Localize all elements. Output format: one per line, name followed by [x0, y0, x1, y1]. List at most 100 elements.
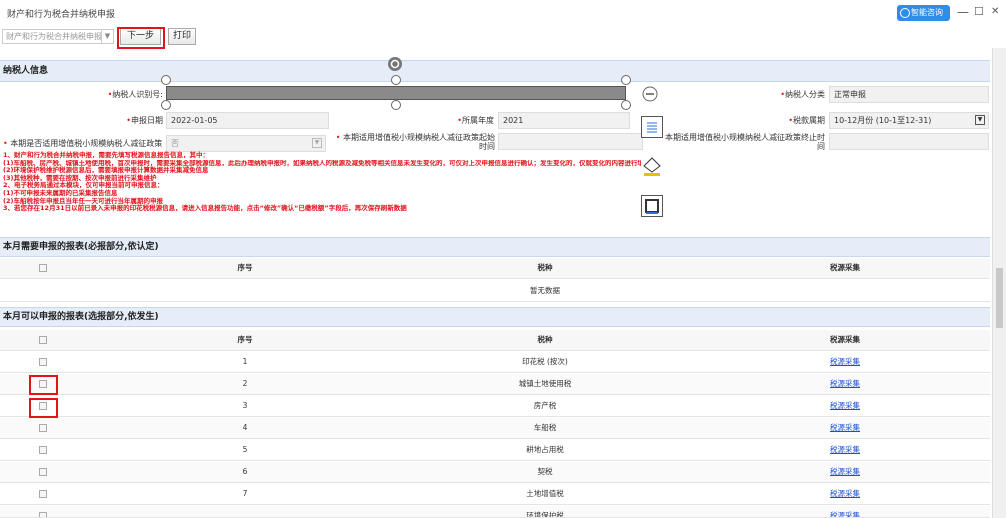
title-bar: 财产和行为税合并纳税申报 智能咨询 — ☐ ✕ — [0, 0, 1006, 26]
required-table-header: 序号 税种 税源采集 — [0, 258, 990, 279]
table-row: 1 印花税 (按次) 税源采集 — [0, 352, 990, 373]
start-time-field[interactable] — [498, 133, 643, 150]
table-row: 6 契税 税源采集 — [0, 462, 990, 483]
minus-circle-icon[interactable] — [642, 86, 658, 102]
required-section-header: 本月需要申报的报表(必报部分,依认定) — [0, 237, 990, 257]
resize-handle[interactable] — [621, 100, 631, 110]
smart-consult-label: 智能咨询 — [911, 8, 943, 17]
resize-handle[interactable] — [391, 75, 401, 85]
seq-cell: 5 — [242, 445, 248, 454]
seq-cell: 3 — [242, 401, 248, 410]
chevron-down-icon[interactable]: ▼ — [975, 115, 985, 125]
select-all-checkbox[interactable] — [39, 264, 47, 272]
resize-handle[interactable] — [161, 100, 171, 110]
fill-color-tool-icon[interactable] — [641, 155, 663, 177]
collect-link[interactable]: 税源采集 — [760, 374, 930, 394]
col-seq: 序号 — [237, 335, 253, 344]
row-checkbox[interactable] — [39, 424, 47, 432]
small-scale-value: 否 — [171, 139, 179, 148]
row-checkbox[interactable] — [39, 490, 47, 498]
tax-cell: 环境保护税 — [526, 511, 564, 518]
table-row: 环境保护税 税源采集 — [0, 506, 990, 518]
declare-date-field[interactable]: 2022-01-05 — [166, 112, 329, 129]
close-icon[interactable]: ✕ — [991, 5, 999, 19]
row-checkbox[interactable] — [39, 468, 47, 476]
optional-table-header: 序号 税种 税源采集 — [0, 330, 990, 351]
collect-link[interactable]: 税源采集 — [760, 484, 930, 504]
col-collect: 税源采集 — [830, 263, 860, 272]
form-select-value: 财产和行为税合并纳税申报 — [6, 32, 102, 41]
collect-link[interactable]: 税源采集 — [760, 352, 930, 372]
optional-section-header: 本月可以申报的报表(选报部分,依发生) — [0, 307, 990, 327]
period-select[interactable]: 10-12月份 (10-1至12-31) ▼ — [829, 112, 989, 129]
highlight-frame-next — [117, 27, 165, 49]
table-row: 3 房产税 税源采集 — [0, 396, 990, 417]
window-title: 财产和行为税合并纳税申报 — [7, 10, 116, 20]
year-field[interactable]: 2021 — [498, 112, 630, 129]
seq-cell: 7 — [242, 489, 248, 498]
empty-row: 暂无数据 — [0, 281, 990, 302]
row-checkbox[interactable] — [39, 512, 47, 517]
minimize-icon[interactable]: — — [957, 5, 969, 19]
tax-cell: 契税 — [537, 467, 553, 476]
tax-cell: 印花税 (按次) — [522, 357, 568, 366]
restore-icon[interactable]: ☐ — [974, 5, 984, 19]
col-seq: 序号 — [237, 263, 253, 272]
border-tool-icon[interactable] — [641, 195, 663, 217]
period-label: •税款属期 — [788, 116, 825, 125]
seq-cell: 4 — [242, 423, 248, 432]
taxpayer-id-field[interactable] — [166, 86, 626, 100]
col-tax: 税种 — [537, 263, 553, 272]
chevron-down-icon: ▼ — [101, 30, 113, 43]
tax-cell: 耕地占用税 — [526, 445, 564, 454]
col-tax: 税种 — [537, 335, 553, 344]
start-time-label: • 本期适用增值税小规模纳税人减征政策起始时间 — [335, 133, 495, 151]
notice-text: 1、财产和行为税合并纳税申报，需要先填写税源信息报告信息，其中： (1)车船税、… — [3, 151, 943, 213]
rotate-icon[interactable] — [387, 56, 403, 72]
tax-cell: 房产税 — [533, 401, 557, 410]
collect-link[interactable]: 税源采集 — [760, 506, 930, 517]
select-all-checkbox[interactable] — [39, 336, 47, 344]
end-time-label: 本期适用增值税小规模纳税人减征政策终止时间 — [665, 133, 825, 151]
headset-icon — [900, 8, 910, 18]
collect-link[interactable]: 税源采集 — [760, 396, 930, 416]
scrollbar-thumb[interactable] — [996, 268, 1003, 328]
notice-line: 2、电子税务局通过本模块，仅可申报当前可申报信息： — [3, 181, 164, 190]
tax-cell: 车船税 — [533, 423, 557, 432]
tax-cell: 城镇土地使用税 — [518, 379, 572, 388]
empty-text: 暂无数据 — [530, 286, 560, 295]
smart-consult-button[interactable]: 智能咨询 — [897, 5, 950, 21]
resize-handle[interactable] — [621, 75, 631, 85]
small-scale-label: • 本期是否适用增值税小规模纳税人减征政策 — [3, 139, 163, 148]
notice-line: 1、财产和行为税合并纳税申报，需要先填写税源信息报告信息，其中： — [3, 151, 210, 159]
highlight-frame-row-3 — [29, 398, 58, 418]
row-checkbox[interactable] — [39, 446, 47, 454]
vertical-scrollbar[interactable] — [992, 48, 1006, 518]
small-scale-select[interactable]: 否 ▼ — [166, 135, 326, 152]
table-row: 5 耕地占用税 税源采集 — [0, 440, 990, 461]
seq-cell: 6 — [242, 467, 248, 476]
text-align-tool-icon[interactable] — [641, 116, 663, 138]
taxpayer-section-header: 纳税人信息 — [0, 60, 990, 82]
seq-cell: 1 — [242, 357, 248, 366]
taxpayer-id-label: •纳税人识别号: — [107, 90, 163, 99]
category-field[interactable]: 正常申报 — [829, 86, 989, 103]
row-checkbox[interactable] — [39, 358, 47, 366]
notice-line: 3、若您存在12月31日以前已录入未申报的印花税税源信息，请进入信息报告功能，点… — [3, 204, 407, 213]
declare-date-label: •申报日期 — [126, 116, 163, 125]
end-time-field[interactable] — [829, 133, 989, 150]
highlight-frame-row-2 — [29, 375, 58, 395]
table-row: 2 城镇土地使用税 税源采集 — [0, 374, 990, 395]
collect-link[interactable]: 税源采集 — [760, 462, 930, 482]
resize-handle[interactable] — [391, 100, 401, 110]
chevron-down-icon: ▼ — [312, 138, 322, 148]
seq-cell: 2 — [242, 379, 248, 388]
collect-link[interactable]: 税源采集 — [760, 440, 930, 460]
collect-link[interactable]: 税源采集 — [760, 418, 930, 438]
year-label: •所属年度 — [457, 116, 494, 125]
print-button[interactable]: 打印 — [168, 28, 196, 45]
table-row: 7 土地增值税 税源采集 — [0, 484, 990, 505]
resize-handle[interactable] — [161, 75, 171, 85]
tax-cell: 土地增值税 — [526, 489, 564, 498]
form-select[interactable]: 财产和行为税合并纳税申报 ▼ — [2, 29, 114, 44]
